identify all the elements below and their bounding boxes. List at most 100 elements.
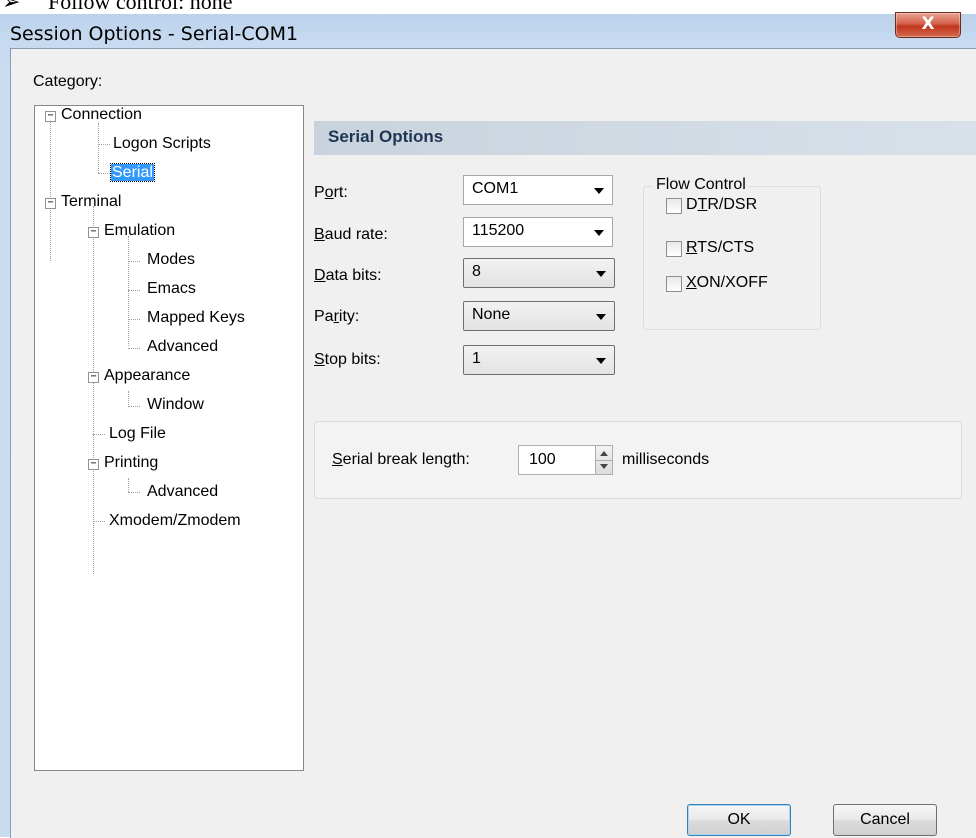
label-mnemonic: S	[332, 451, 343, 468]
tree-item-modes[interactable]: Modes	[147, 250, 195, 270]
tree-item-logon-scripts[interactable]: Logon Scripts	[113, 134, 211, 154]
tree-item-advanced-printing[interactable]: Advanced	[147, 482, 218, 502]
label-mnemonic: T	[697, 196, 708, 213]
label-mnemonic: S	[314, 351, 325, 368]
tree-line	[128, 391, 129, 405]
chevron-down-icon[interactable]	[594, 188, 604, 194]
expander-minus-icon[interactable]: −	[88, 459, 99, 470]
session-options-dialog: Session Options - Serial-COM1 X Category…	[0, 12, 976, 838]
label-part: aud rate:	[324, 226, 388, 243]
tree-line	[128, 290, 140, 291]
tree-item-emulation[interactable]: Emulation	[104, 221, 175, 241]
checkbox-label: XON/XOFF	[686, 274, 768, 292]
tree-line	[128, 406, 140, 407]
port-value: COM1	[472, 180, 519, 197]
label-part: ity:	[338, 308, 360, 325]
port-combo[interactable]: COM1	[463, 175, 613, 205]
section-title: Serial Options	[328, 127, 444, 146]
serial-break-input[interactable]: 100	[518, 445, 598, 475]
tree-line	[93, 434, 105, 435]
tree-line	[98, 144, 110, 145]
stop-bits-label: Stop bits:	[314, 351, 381, 369]
data-bits-label: Data bits:	[314, 267, 382, 285]
baud-rate-combo[interactable]: 115200	[463, 217, 613, 247]
tree-item-label: Serial	[110, 163, 155, 182]
window-title: Session Options - Serial-COM1	[10, 23, 299, 45]
port-label: Port:	[314, 184, 348, 202]
close-icon: X	[921, 14, 935, 34]
tree-item-connection[interactable]: Connection	[61, 105, 142, 125]
checkbox-label: DTR/DSR	[686, 196, 757, 214]
label-mnemonic: o	[324, 184, 334, 201]
label-mnemonic: B	[314, 226, 325, 243]
serial-break-label: Serial break length:	[332, 451, 470, 469]
chevron-down-icon[interactable]	[594, 230, 604, 236]
tree-item-terminal[interactable]: Terminal	[61, 192, 121, 212]
tree-line	[128, 261, 140, 262]
tree-item-serial[interactable]: Serial	[110, 163, 155, 183]
label-part: erial break length:	[342, 451, 470, 468]
label-part: ata bits:	[325, 267, 382, 284]
parity-dropdown[interactable]: None	[463, 301, 615, 331]
checkbox-box[interactable]	[666, 276, 682, 292]
cancel-button[interactable]: Cancel	[833, 804, 937, 836]
label-mnemonic: D	[314, 267, 326, 284]
label-part: TS/CTS	[697, 239, 755, 256]
expander-minus-icon[interactable]: −	[88, 227, 99, 238]
tree-line	[128, 236, 129, 346]
close-button[interactable]: X	[895, 12, 961, 38]
serial-break-spinner[interactable]	[595, 445, 613, 475]
milliseconds-label: milliseconds	[622, 451, 710, 468]
tree-line	[98, 123, 99, 173]
tree-item-appearance[interactable]: Appearance	[104, 366, 190, 386]
document-line: ➢ Follow control: none	[0, 0, 976, 14]
spin-up-icon[interactable]	[600, 451, 608, 456]
stop-bits-value: 1	[472, 350, 481, 367]
baud-rate-value: 115200	[472, 222, 525, 239]
tree-item-printing[interactable]: Printing	[104, 453, 158, 473]
title-bar: Session Options - Serial-COM1 X	[0, 12, 976, 52]
tree-line	[128, 319, 140, 320]
tree-item-label: Advanced	[147, 338, 219, 355]
serial-break-value: 100	[529, 451, 556, 468]
tree-item-label: Modes	[147, 251, 196, 268]
expander-minus-icon[interactable]: −	[45, 111, 56, 122]
label-part: Pa	[314, 308, 334, 325]
tree-line	[93, 521, 105, 522]
label-mnemonic: R	[686, 239, 698, 256]
tree-item-label: Xmodem/Zmodem	[109, 512, 241, 529]
spin-down-icon[interactable]	[600, 464, 608, 469]
tree-item-advanced-emulation[interactable]: Advanced	[147, 337, 218, 357]
label-part: P	[314, 184, 325, 201]
checkbox-box[interactable]	[666, 198, 682, 214]
baud-rate-label: Baud rate:	[314, 226, 388, 244]
tree-line	[93, 206, 94, 574]
parity-label: Parity:	[314, 308, 359, 326]
expander-minus-icon[interactable]: −	[45, 198, 56, 209]
category-label: Category:	[33, 73, 103, 90]
serial-options-header: Serial Options	[314, 121, 976, 155]
tree-item-label: Mapped Keys	[147, 309, 245, 326]
chevron-down-icon[interactable]	[596, 314, 606, 320]
tree-item-emacs[interactable]: Emacs	[147, 279, 196, 299]
tree-item-log-file[interactable]: Log File	[109, 424, 166, 444]
bullet-arrow-icon: ➢	[2, 0, 21, 14]
chevron-down-icon[interactable]	[596, 358, 606, 364]
category-tree[interactable]: − Connection Logon Scripts Serial − Term…	[34, 105, 304, 771]
tree-item-label: Window	[147, 396, 204, 413]
tree-item-window[interactable]: Window	[147, 395, 204, 415]
document-text: Follow control: none	[48, 0, 233, 14]
data-bits-dropdown[interactable]: 8	[463, 258, 615, 288]
tree-item-label: Advanced	[147, 483, 219, 500]
tree-item-label: Printing	[104, 454, 159, 471]
tree-item-label: Log File	[109, 425, 166, 442]
ok-button[interactable]: OK	[687, 804, 791, 836]
expander-minus-icon[interactable]: −	[88, 372, 99, 383]
tree-item-mapped-keys[interactable]: Mapped Keys	[147, 308, 245, 328]
tree-item-label: Terminal	[61, 193, 122, 210]
label-part: R/DSR	[707, 196, 758, 213]
chevron-down-icon[interactable]	[596, 271, 606, 277]
checkbox-box[interactable]	[666, 241, 682, 257]
tree-item-xmodem-zmodem[interactable]: Xmodem/Zmodem	[109, 511, 241, 531]
stop-bits-dropdown[interactable]: 1	[463, 345, 615, 375]
